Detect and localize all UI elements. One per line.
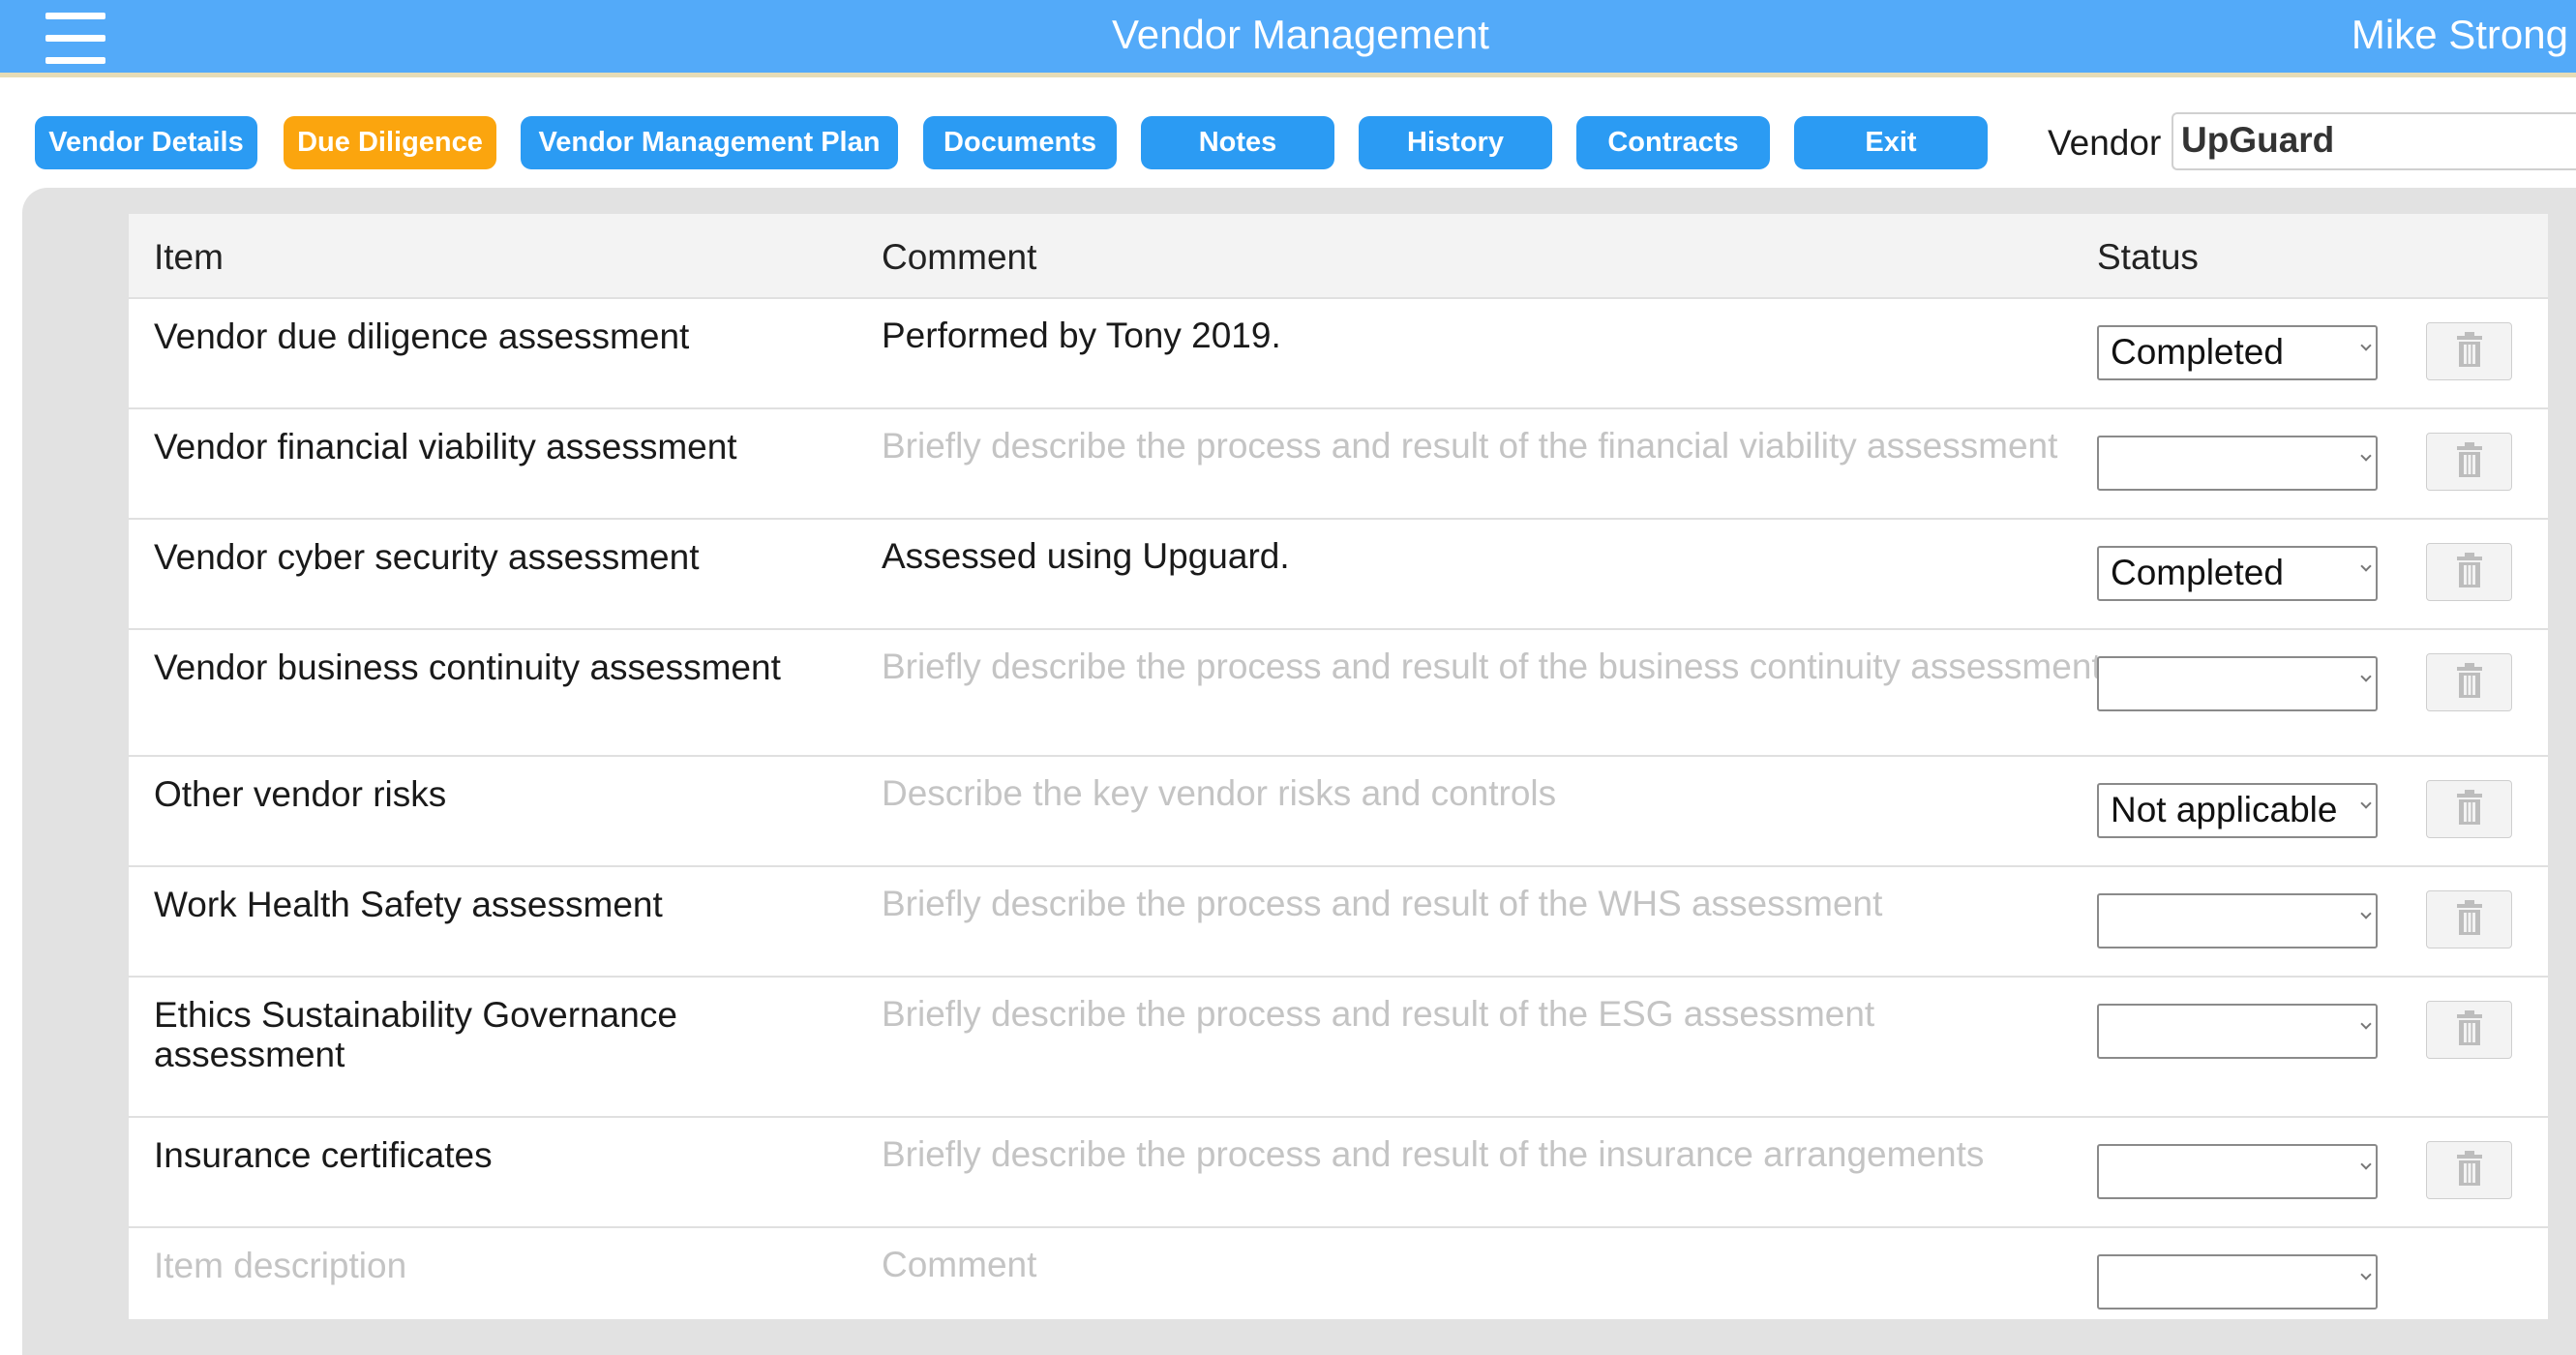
status-select[interactable] bbox=[2097, 436, 2378, 491]
trash-icon bbox=[2455, 331, 2484, 372]
app-title: Vendor Management bbox=[1112, 12, 1489, 57]
chevron-down-icon bbox=[2360, 671, 2372, 682]
column-header-status: Status bbox=[2097, 237, 2199, 277]
table-row: Other vendor risks Describe the key vendo… bbox=[129, 757, 2548, 867]
delete-row-button[interactable] bbox=[2426, 1141, 2512, 1199]
table-row: Vendor business continuity assessment Bri… bbox=[129, 630, 2548, 757]
trash-icon bbox=[2455, 552, 2484, 592]
new-status-select[interactable] bbox=[2097, 1254, 2378, 1310]
delete-row-button[interactable] bbox=[2426, 890, 2512, 948]
status-select[interactable] bbox=[2097, 656, 2378, 711]
grid-header: Item Comment Status bbox=[129, 214, 2548, 299]
item-cell[interactable]: Vendor due diligence assessment bbox=[154, 316, 822, 356]
status-select[interactable]: Completed bbox=[2097, 325, 2378, 380]
delete-row-button[interactable] bbox=[2426, 1001, 2512, 1059]
chevron-down-icon bbox=[2360, 450, 2372, 462]
column-header-item: Item bbox=[154, 237, 224, 277]
tab-exit[interactable]: Exit bbox=[1794, 116, 1988, 169]
item-cell[interactable]: Ethics Sustainability Governance assessm… bbox=[154, 995, 822, 1074]
item-cell[interactable]: Other vendor risks bbox=[154, 774, 822, 814]
user-name[interactable]: Mike Strong bbox=[2351, 10, 2568, 60]
chevron-down-icon bbox=[2360, 1018, 2372, 1030]
trash-icon bbox=[2455, 662, 2484, 703]
status-value: Not applicable bbox=[2111, 790, 2338, 829]
table-row: Vendor due diligence assessment Performed… bbox=[129, 299, 2548, 409]
item-cell[interactable]: Work Health Safety assessment bbox=[154, 885, 822, 924]
title-bar-divider bbox=[0, 73, 2576, 77]
trash-icon bbox=[2455, 899, 2484, 940]
comment-placeholder[interactable]: Briefly describe the process and result … bbox=[882, 885, 2178, 923]
tab-documents[interactable]: Documents bbox=[923, 116, 1117, 169]
delete-row-button[interactable] bbox=[2426, 433, 2512, 491]
chevron-down-icon bbox=[2360, 1269, 2372, 1280]
status-value: Completed bbox=[2111, 553, 2284, 592]
item-cell[interactable]: Vendor cyber security assessment bbox=[154, 537, 822, 577]
tab-vendor-details[interactable]: Vendor Details bbox=[35, 116, 257, 169]
status-select[interactable] bbox=[2097, 1144, 2378, 1199]
item-cell[interactable]: Insurance certificates bbox=[154, 1135, 822, 1175]
status-select[interactable] bbox=[2097, 1004, 2378, 1059]
status-value: Completed bbox=[2111, 332, 2284, 372]
chevron-down-icon bbox=[2360, 560, 2372, 572]
due-diligence-grid: Item Comment Status Vendor due diligence… bbox=[129, 214, 2548, 1319]
comment-placeholder[interactable]: Describe the key vendor risks and contro… bbox=[882, 774, 2178, 813]
new-item-row: Item description Comment bbox=[129, 1228, 2548, 1319]
tab-vendor-management-plan[interactable]: Vendor Management Plan bbox=[521, 116, 898, 169]
new-item-description-input[interactable]: Item description bbox=[154, 1246, 822, 1285]
chevron-down-icon bbox=[2360, 908, 2372, 919]
status-select[interactable]: Completed bbox=[2097, 546, 2378, 601]
comment-placeholder[interactable]: Briefly describe the process and result … bbox=[882, 647, 2178, 686]
delete-row-button[interactable] bbox=[2426, 780, 2512, 838]
item-cell[interactable]: Vendor business continuity assessment bbox=[154, 647, 822, 687]
delete-row-button[interactable] bbox=[2426, 543, 2512, 601]
delete-row-button[interactable] bbox=[2426, 653, 2512, 711]
trash-icon bbox=[2455, 789, 2484, 829]
table-row: Vendor financial viability assessment Bri… bbox=[129, 409, 2548, 520]
status-select[interactable] bbox=[2097, 893, 2378, 948]
comment-cell[interactable]: Assessed using Upguard. bbox=[882, 537, 2178, 576]
trash-icon bbox=[2455, 441, 2484, 482]
chevron-down-icon bbox=[2360, 340, 2372, 351]
new-comment-input[interactable]: Comment bbox=[882, 1246, 2178, 1284]
tab-contracts[interactable]: Contracts bbox=[1576, 116, 1770, 169]
tab-history[interactable]: History bbox=[1359, 116, 1552, 169]
comment-placeholder[interactable]: Briefly describe the process and result … bbox=[882, 1135, 2178, 1174]
table-row: Work Health Safety assessment Briefly des… bbox=[129, 867, 2548, 978]
delete-row-button[interactable] bbox=[2426, 322, 2512, 380]
trash-icon bbox=[2455, 1150, 2484, 1190]
table-row: Vendor cyber security assessment Assessed… bbox=[129, 520, 2548, 630]
status-select[interactable]: Not applicable bbox=[2097, 783, 2378, 838]
vendor-label: Vendor bbox=[2048, 123, 2162, 163]
chevron-down-icon bbox=[2360, 1159, 2372, 1170]
table-row: Ethics Sustainability Governance assessm… bbox=[129, 978, 2548, 1118]
tab-notes[interactable]: Notes bbox=[1141, 116, 1334, 169]
comment-cell[interactable]: Performed by Tony 2019. bbox=[882, 316, 2178, 355]
item-cell[interactable]: Vendor financial viability assessment bbox=[154, 427, 822, 467]
chevron-down-icon bbox=[2360, 798, 2372, 809]
column-header-comment: Comment bbox=[882, 237, 1037, 277]
vendor-field[interactable]: UpGuard bbox=[2172, 112, 2576, 170]
table-row: Insurance certificates Briefly describe t… bbox=[129, 1118, 2548, 1228]
comment-placeholder[interactable]: Briefly describe the process and result … bbox=[882, 427, 2178, 466]
comment-placeholder[interactable]: Briefly describe the process and result … bbox=[882, 995, 2178, 1034]
tab-due-diligence[interactable]: Due Diligence bbox=[284, 116, 496, 169]
trash-icon bbox=[2455, 1009, 2484, 1050]
